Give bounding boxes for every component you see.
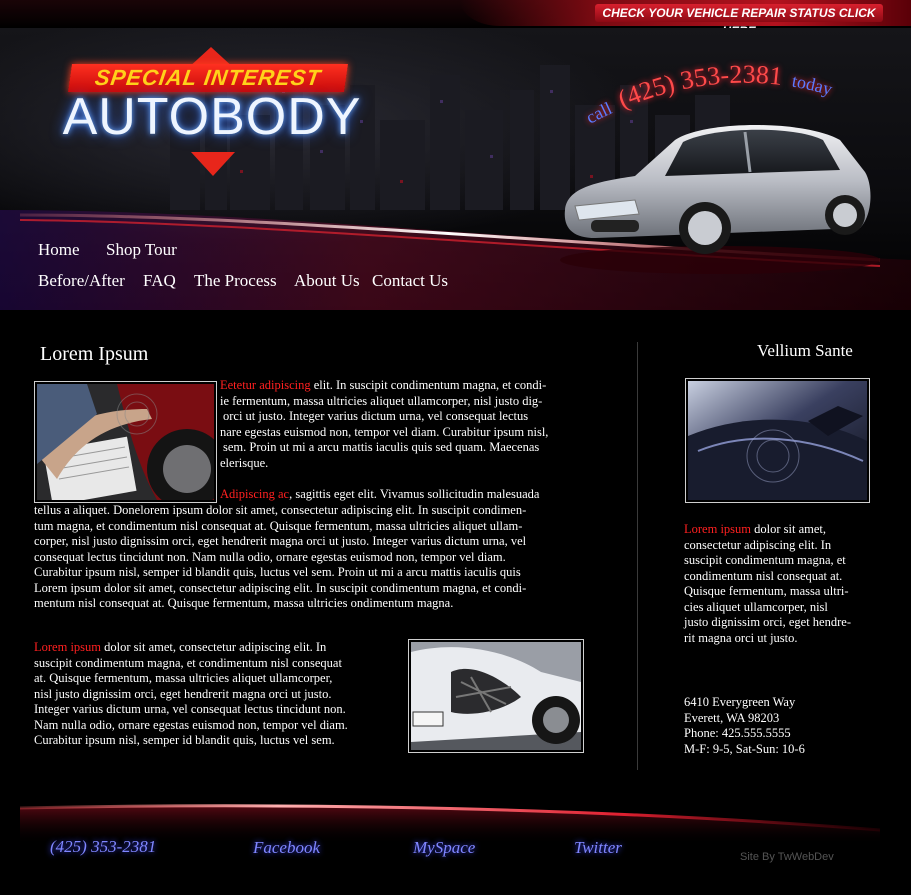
repair-status-link[interactable]: CHECK YOUR VEHICLE REPAIR STATUS CLICK H…: [595, 4, 883, 38]
para3-line: suscipit condimentum magna, et condiment…: [34, 655, 342, 670]
silver-car-image: [560, 125, 880, 274]
call-suffix: today: [791, 71, 835, 99]
nav-home[interactable]: Home: [38, 240, 80, 260]
nav-shop-tour[interactable]: Shop Tour: [106, 240, 177, 260]
car-reflection-photo: [685, 378, 870, 503]
main-paragraph-1: Eetetur adipiscing elit. In suscipit con…: [220, 378, 590, 471]
call-phone: (425) 353-2381: [614, 60, 784, 114]
sidebar-line: cies aliquet ullamcorper, nisl: [684, 599, 828, 614]
main-title: Lorem Ipsum: [40, 343, 149, 365]
para1-lead: Eetetur adipiscing: [220, 378, 311, 392]
para2-line: tellus a aliquet. Donelorem ipsum dolor …: [34, 503, 527, 517]
column-divider: [637, 342, 638, 770]
nav-contact-us[interactable]: Contact Us: [372, 271, 448, 291]
sidebar-line: consectetur adipiscing elit. In: [684, 537, 832, 552]
address-hours: M-F: 9-5, Sat-Sun: 10-6: [684, 741, 805, 756]
para3-line: Curabitur ipsum nisl, semper id blandit …: [34, 733, 335, 747]
para3-line: Integer varius dictum urna, vel consequa…: [34, 702, 346, 716]
para3-line: at. Quisque fermentum, massa ultricies a…: [34, 671, 333, 685]
footer-myspace-link[interactable]: MySpace: [413, 838, 475, 858]
nav-before-after[interactable]: Before/After: [38, 271, 125, 291]
logo-autobody: AUTOBODY: [62, 88, 362, 146]
para2-line: , sagittis eget elit. Vivamus sollicitud…: [289, 487, 540, 501]
sidebar-line: dolor sit amet,: [751, 522, 827, 536]
inspection-photo: [34, 381, 217, 503]
footer-twitter-link[interactable]: Twitter: [574, 838, 622, 858]
sidebar-line: condimentum nisl consequat at.: [684, 568, 843, 583]
main-paragraph-3: Lorem ipsum dolor sit amet, consectetur …: [34, 640, 404, 749]
sidebar-lead: Lorem ipsum: [684, 522, 752, 536]
address-street: 6410 Everygreen Way: [684, 695, 796, 709]
para3-lead: Lorem ipsum: [34, 640, 102, 654]
sidebar-title: Vellium Sante: [757, 341, 853, 360]
sidebar-line: rit magna orci ut justo.: [684, 630, 798, 645]
para1-line: nare egestas euismod non, tempor vel dia…: [220, 424, 549, 439]
wrecked-car-photo: [408, 639, 584, 753]
para2-line: Lorem ipsum dolor sit amet, consectetur …: [34, 580, 527, 595]
para2-line: tum magna, et condimentum nisl consequat…: [34, 518, 523, 533]
para2-line: mentum nisl consequat at. Quisque fermen…: [34, 596, 454, 610]
address-phone: Phone: 425.555.5555: [684, 726, 791, 740]
para1-line: elit. In suscipit condimentum magna, et …: [313, 378, 547, 392]
nav-the-process[interactable]: The Process: [194, 271, 277, 291]
sidebar-line: justo dignissim orci, eget hendre-: [684, 615, 851, 629]
para1-line: elerisque.: [220, 455, 269, 470]
para3-line: Nam nulla odio, ornare egestas euismod n…: [34, 717, 348, 732]
para1-line: sem. Proin ut mi a arcu mattis iaculis q…: [223, 440, 540, 454]
para1-line: ie fermentum, massa ultricies aliquet ul…: [220, 393, 543, 408]
para3-line: nisl justo dignissim orci, eget hendreri…: [34, 686, 332, 701]
para1-line: orci ut justo. Integer varius dictum urn…: [223, 409, 529, 423]
footer-facebook-link[interactable]: Facebook: [253, 838, 320, 858]
footer-phone[interactable]: (425) 353-2381: [50, 837, 156, 857]
para2-line: consequat lectus tincidunt non. Nam null…: [34, 549, 506, 564]
contact-address: 6410 Everygreen Way Everett, WA 98203 Ph…: [684, 695, 879, 757]
para2-lead: Adipiscing ac: [220, 487, 290, 501]
main-paragraph-2-first: Adipiscing ac, sagittis eget elit. Vivam…: [220, 487, 585, 503]
sidebar-line: suscipit condimentum magna, et: [684, 553, 846, 567]
site-credit[interactable]: Site By TwWebDev: [740, 851, 834, 863]
sidebar-paragraph: Lorem ipsum dolor sit amet, consectetur …: [684, 522, 879, 646]
sidebar-line: Quisque fermentum, massa ultri-: [684, 584, 849, 598]
logo-diamond-bottom: [191, 152, 235, 176]
address-city: Everett, WA 98203: [684, 710, 780, 725]
nav-about-us[interactable]: About Us: [294, 271, 360, 291]
para2-line: corper, nisl justo dignissim orci, eget …: [34, 534, 527, 548]
nav-faq[interactable]: FAQ: [143, 271, 176, 291]
main-paragraph-2: tellus a aliquet. Donelorem ipsum dolor …: [34, 503, 594, 612]
para3-line: dolor sit amet, consectetur adipiscing e…: [101, 640, 327, 654]
para2-line: Curabitur ipsum nisl, semper id blandit …: [34, 565, 521, 579]
